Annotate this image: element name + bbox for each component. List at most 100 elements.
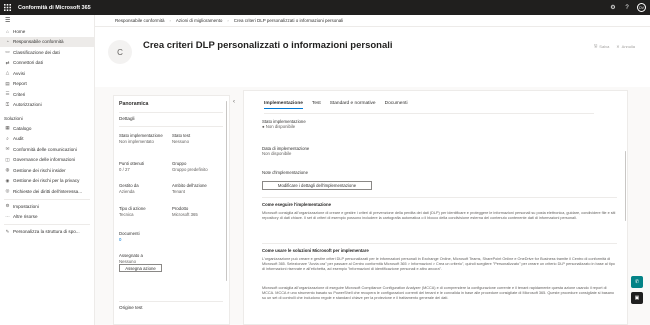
nav-item-label: Altre risorse [13,214,38,220]
alert-icon: △ [5,70,10,76]
nav-item-label: Catalogo [13,125,32,131]
nav-section-solutions: Soluzioni [4,115,23,121]
breadcrumb-item[interactable]: Azioni di miglioramento [176,18,223,23]
settings-icon[interactable]: ⚙ [609,4,617,12]
nav-item-items-6[interactable]: ☰ Criteri [0,89,94,100]
field-managed-by: Gestito da Azienda [119,183,139,194]
tab-test[interactable]: Test [312,101,321,109]
policy-icon: ☰ [5,91,10,97]
nav-item-label: Richieste dei diritti dell'interessa... [13,188,83,194]
nav-item-customize[interactable]: ✎ Personalizza la struttura di spo... [0,227,94,238]
nav-item-items-1[interactable]: ◔ Responsabile conformità [0,36,94,47]
nav-item-items-0[interactable]: ⌂ Home [0,26,94,37]
insider-risk-icon: ◍ [5,167,10,173]
tag-icon: ▭ [5,49,10,55]
nav-item-label: Gestione dei rischi per la privacy [13,178,80,184]
save-button[interactable]: 🖫 Salva [594,43,609,50]
nav-item-label: Gestione dei rischi insider [13,167,66,173]
communication-icon: ✉ [5,146,10,152]
field-label: Punti ottenuti [119,161,145,166]
impl-status-text: Non disponibile [265,124,296,130]
nav-item-solutions-4[interactable]: ◍ Gestione dei rischi insider [0,165,94,176]
field-value: Gruppo predefinito [172,166,208,172]
avatar[interactable]: DV [637,3,646,12]
scrollbar[interactable] [225,101,227,281]
home-icon: ⌂ [6,28,9,34]
breadcrumb: Responsabile conformità › Azioni di migl… [95,15,650,27]
help-chat-button[interactable]: ✆ [631,276,643,288]
test-origin-label: Origine test [119,305,143,310]
chevron-right-icon: › [227,18,229,23]
chat-icon: ✆ [634,279,640,285]
save-icon: 🖫 [593,43,598,48]
nav-item-solutions-0[interactable]: ▦ Catalogo [0,123,94,134]
app-title[interactable]: Conformità di Microsoft 365 [18,5,91,11]
key-icon: ⚿ [5,102,10,108]
nav-item-solutions-3[interactable]: ◫ Governance delle informazioni [0,155,94,166]
nav-item-label: Responsabile conformità [13,39,64,45]
divider [262,243,617,244]
connector-icon: ⇄ [5,59,10,65]
field-group: Gruppo Gruppo predefinito [172,161,208,172]
tab-list: Implementazione Test Standard e normativ… [264,101,408,109]
nav-item-solutions-6[interactable]: ◎ Richieste dei diritti dell'interessa... [0,186,94,197]
nav-item-label: Criteri [13,91,26,97]
feedback-button[interactable]: ▣ [631,292,643,304]
field-assigned-to: Assegnato a Nessuno [119,253,143,264]
nav-item-items-5[interactable]: ▤ Report [0,79,94,90]
nav-item-footer-1[interactable]: ⋯ Altre risorse [0,212,94,223]
cancel-label: Annulla [621,44,635,49]
tab-implementation[interactable]: Implementazione [264,101,303,109]
pie-chart-icon: ◔ [6,39,9,45]
field-value: Tenant [172,188,185,194]
details-panel: Implementazione Test Standard e normativ… [243,90,628,325]
field-value: Microsoft 365 [172,211,198,217]
impl-status-block: Stato implementazione ● Non disponibile [262,119,306,130]
field-points: Punti ottenuti 0 / 27 [119,161,144,172]
how-to-implement-title: Come eseguire l'implementazione [262,202,332,207]
field-action-type: Tipo di azione Tecnica [119,206,146,217]
nav-item-solutions-5[interactable]: ◉ Gestione dei rischi per la privacy [0,176,94,187]
nav-item-solutions-1[interactable]: ⌕ Audit [0,134,94,145]
nav-divider [4,224,90,225]
nav-item-label: Report [13,81,27,87]
breadcrumb-item[interactable]: Responsabile conformità [115,18,165,23]
nav-item-label: Audit [13,136,24,142]
documents-count-link[interactable]: 0 [119,237,140,243]
nav-item-solutions-2[interactable]: ✉ Conformità delle comunicazioni [0,144,94,155]
page-title: Crea criteri DLP personalizzati o inform… [143,40,393,51]
top-bar: Conformità di Microsoft 365 ⚙ ? DV [0,0,650,15]
chevron-right-icon: › [169,18,171,23]
hamburger-menu-icon[interactable]: ☰ [0,15,94,26]
edit-implementation-button[interactable]: Modificare i dettagli dell'implementazio… [262,181,372,190]
nav-item-items-4[interactable]: △ Avvisi [0,68,94,79]
assign-action-button[interactable]: Assegna azione [119,264,162,272]
field-value: 0 / 27 [119,166,130,172]
field-test-status: Stato test Nessuno [172,133,190,144]
field-label: Assegnato a [119,253,143,258]
nav-item-label: Governance delle informazioni [13,157,76,163]
scrollbar[interactable] [624,151,626,221]
chevron-left-icon[interactable]: ‹ [233,99,235,105]
nav-item-footer-0[interactable]: ⚙ Impostazioni [0,201,94,212]
nav-item-items-3[interactable]: ⇄ Connettori dati [0,58,94,69]
field-value: Nessuno [172,138,189,144]
help-icon[interactable]: ? [623,4,631,12]
audit-icon: ⌕ [6,136,9,142]
tab-documents[interactable]: Documenti [385,101,408,109]
field-documents: Documenti 0 [119,231,140,242]
app-launcher-icon[interactable] [0,0,15,15]
nav-item-items-2[interactable]: ▭ Classificazione dei dati [0,47,94,58]
nav-item-label: Connettori dati [13,60,43,66]
details-section-title: Dettagli [119,116,135,121]
field-scope: Ambito dell'azione Tenant [172,183,207,194]
divider [264,113,594,114]
solutions-text-1: L'organizzazione può creare e gestire cr… [262,257,615,272]
more-icon: ⋯ [5,213,10,219]
impl-date-value: Non disponibile [262,151,292,157]
cancel-button[interactable]: ✕ Annulla [616,43,635,50]
close-icon: ✕ [616,44,620,49]
field-label: Ambito dell'azione [172,183,207,188]
tab-standards[interactable]: Standard e normative [330,101,376,109]
nav-item-items-7[interactable]: ⚿ Autorizzazioni [0,100,94,111]
